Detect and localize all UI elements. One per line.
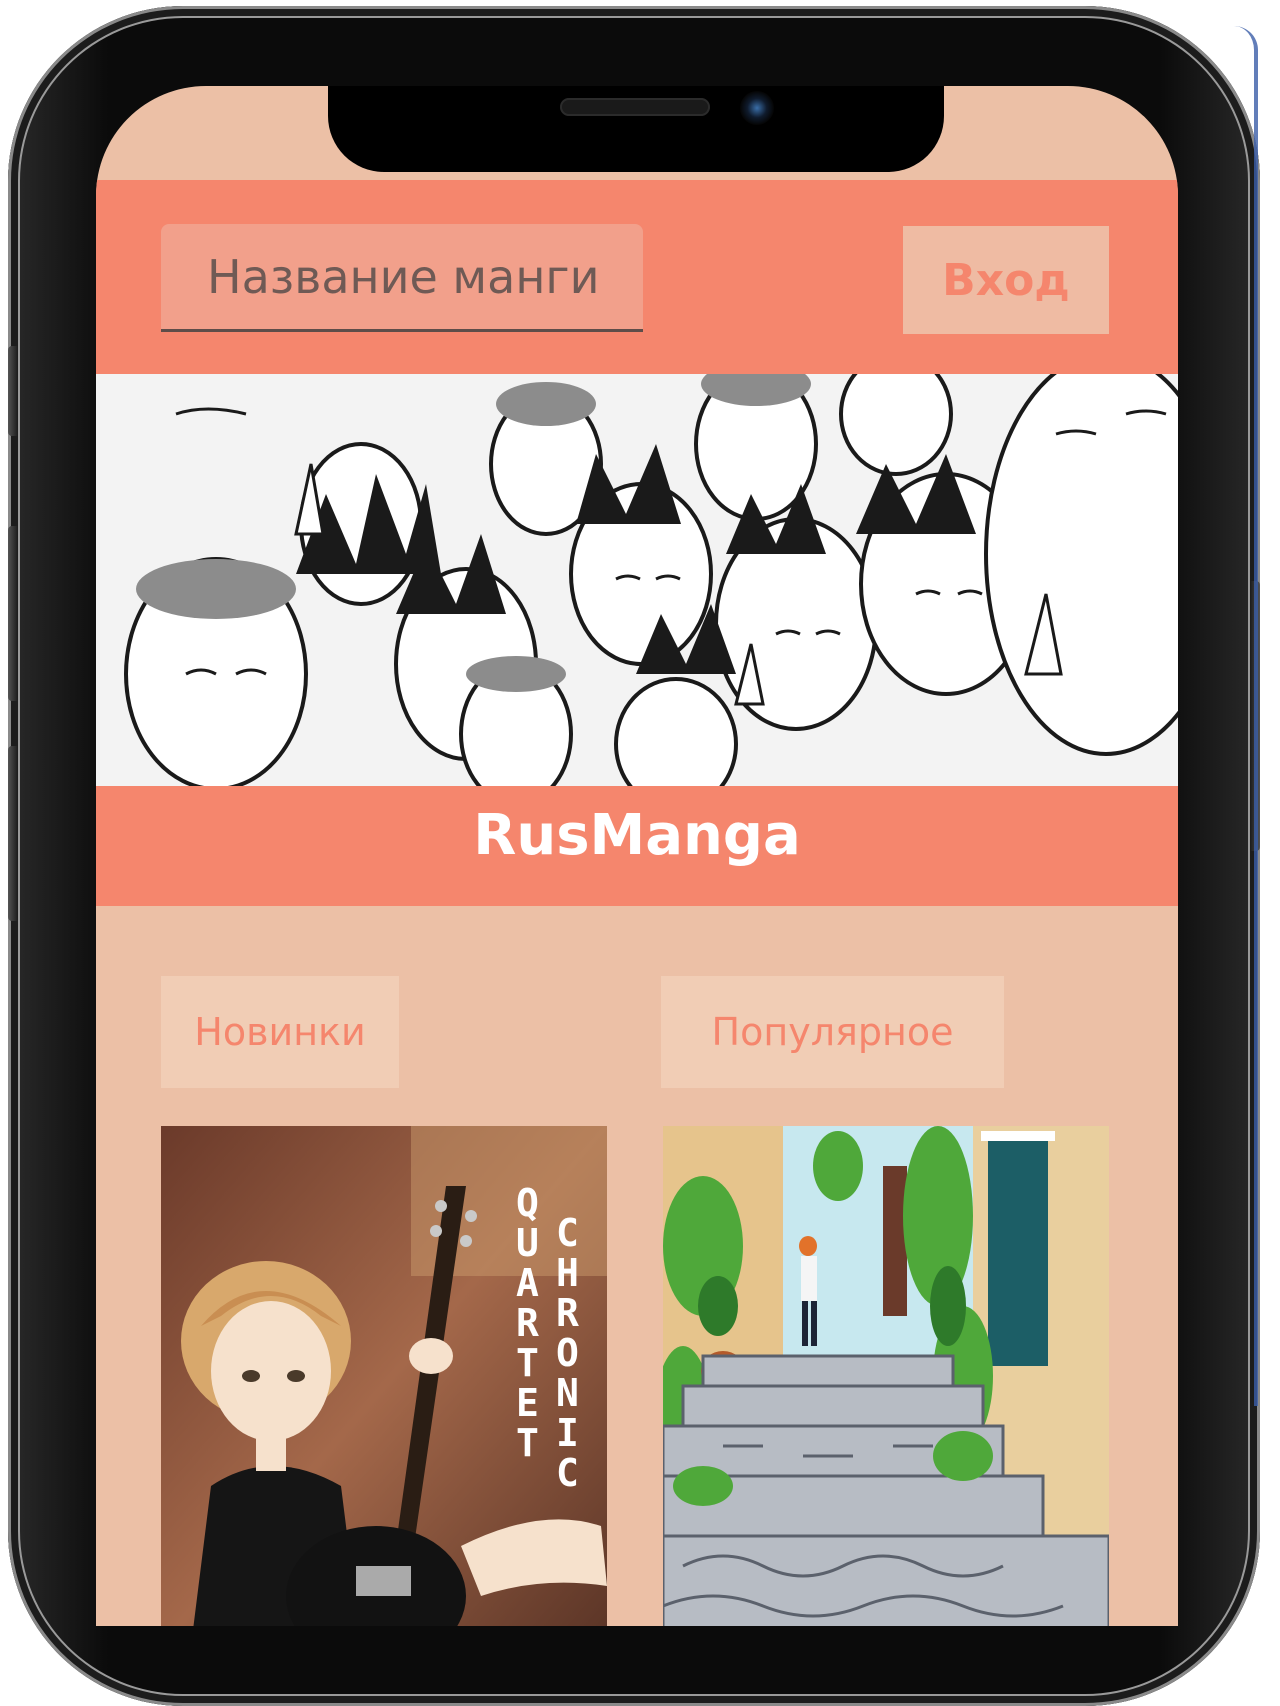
svg-text:R: R	[556, 1291, 579, 1335]
tab-new[interactable]: Новинки	[161, 976, 399, 1088]
screen: Вход	[96, 86, 1178, 1626]
tab-popular[interactable]: Популярное	[661, 976, 1004, 1088]
camera-icon	[740, 91, 774, 125]
hero-banner-image	[96, 374, 1178, 786]
svg-text:C: C	[556, 1451, 579, 1495]
header: Вход	[96, 180, 1178, 374]
login-button[interactable]: Вход	[903, 226, 1109, 334]
phone-frame: Вход	[8, 6, 1260, 1706]
svg-text:H: H	[556, 1251, 579, 1295]
volume-up-button	[8, 526, 18, 701]
site-title: RusManga	[96, 786, 1178, 906]
svg-text:N: N	[556, 1371, 579, 1415]
svg-text:U: U	[516, 1221, 539, 1265]
manga-card-cover[interactable]	[663, 1126, 1109, 1626]
svg-text:E: E	[516, 1381, 539, 1425]
volume-down-button	[8, 746, 18, 921]
svg-text:R: R	[516, 1301, 539, 1345]
svg-text:T: T	[516, 1421, 539, 1465]
svg-text:A: A	[516, 1261, 539, 1305]
speaker-icon	[560, 98, 710, 116]
device-edge-highlight	[1234, 26, 1258, 1406]
mute-switch	[8, 346, 18, 436]
svg-text:I: I	[556, 1411, 579, 1455]
svg-text:C: C	[556, 1211, 579, 1255]
manga-card-cover[interactable]: QUA RTE T CHR ONI C	[161, 1126, 607, 1626]
notch	[328, 86, 944, 172]
svg-text:O: O	[556, 1331, 579, 1375]
search-input[interactable]	[161, 224, 643, 332]
svg-text:T: T	[516, 1341, 539, 1385]
svg-text:Q: Q	[516, 1181, 539, 1225]
